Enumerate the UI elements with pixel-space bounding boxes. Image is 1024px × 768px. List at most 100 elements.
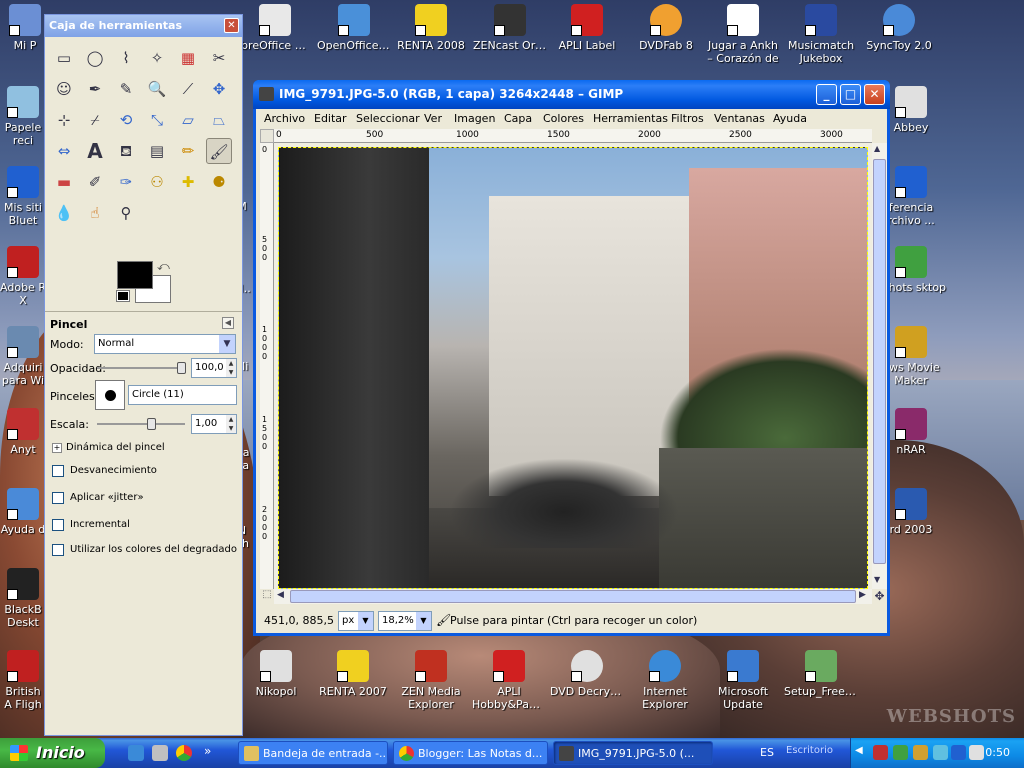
vertical-ruler[interactable]: 0 500 1000 1500 2000	[260, 143, 274, 589]
taskbar-item-blogger[interactable]: Blogger: Las Notas d...	[393, 741, 548, 765]
opacity-slider[interactable]	[97, 362, 186, 374]
vertical-scrollbar[interactable]: ▲ ▼	[872, 143, 887, 589]
desktop-icon-dvdfab[interactable]: DVDFab 8	[627, 4, 705, 52]
airbrush-icon[interactable]: ✐	[82, 169, 108, 195]
maximize-button[interactable]: □	[840, 84, 861, 105]
color-picker-icon[interactable]: ✎	[113, 76, 139, 102]
text-icon[interactable]: A	[82, 138, 108, 164]
desktop-icon-musicmatch[interactable]: Musicmatch Jukebox	[782, 4, 860, 65]
menu-capa[interactable]: Capa	[504, 112, 532, 125]
color-select-icon[interactable]: ▦	[175, 45, 201, 71]
rect-select-icon[interactable]: ▭	[51, 45, 77, 71]
expand-icon[interactable]: +	[52, 443, 62, 453]
dynamics-expander[interactable]: Dinámica del pincel	[66, 442, 165, 453]
flip-icon[interactable]: ⇔	[51, 138, 77, 164]
menu-archivo[interactable]: Archivo	[264, 112, 305, 125]
smudge-icon[interactable]: ☝	[82, 200, 108, 226]
fuzzy-select-icon[interactable]: ✧	[144, 45, 170, 71]
chrome-icon[interactable]	[176, 745, 192, 761]
blend-icon[interactable]: ▤	[144, 138, 170, 164]
scrollbar-thumb[interactable]	[873, 159, 886, 564]
scale-icon[interactable]: ⤡	[144, 107, 170, 133]
desktop-icon-renta-2007[interactable]: RENTA 2007	[314, 650, 392, 698]
dodge-burn-icon[interactable]: ⚲	[113, 200, 139, 226]
mode-select[interactable]: Normal ▼	[94, 334, 236, 354]
scroll-down-icon[interactable]: ▼	[874, 575, 880, 584]
opacity-spinbox[interactable]: 100,0 ▲ ▼	[191, 358, 237, 378]
heal-icon[interactable]: ✚	[175, 169, 201, 195]
move-icon[interactable]: ✥	[206, 76, 232, 102]
menu-editar[interactable]: Editar	[314, 112, 347, 125]
ellipse-select-icon[interactable]: ◯	[82, 45, 108, 71]
desktop-icon-dvd-decrypter[interactable]: DVD Decrypter	[548, 650, 626, 698]
clock[interactable]: 0:50	[985, 746, 1010, 759]
panel-menu-icon[interactable]: ◀	[222, 317, 234, 329]
chevron-left-icon[interactable]: ◀	[855, 745, 863, 756]
unit-select[interactable]: px ▼	[338, 611, 374, 631]
gradient-colors-checkbox[interactable]	[52, 544, 64, 556]
desktop-icon-apli-hobby[interactable]: APLI Hobby&Papers	[470, 650, 548, 711]
menu-imagen[interactable]: Imagen	[454, 112, 495, 125]
desktop-icon-synctoy[interactable]: SyncToy 2.0	[860, 4, 938, 52]
shield-icon[interactable]	[873, 745, 888, 760]
fade-checkbox[interactable]	[52, 465, 64, 477]
spin-arrows-icon[interactable]: ▲ ▼	[226, 415, 236, 433]
gimp-titlebar[interactable]: IMG_9791.JPG-5.0 (RGB, 1 capa) 3264x2448…	[253, 80, 890, 109]
scale-spinbox[interactable]: 1,00 ▲ ▼	[191, 414, 237, 434]
clone-icon[interactable]: ⚇	[144, 169, 170, 195]
taskbar-item-gimp[interactable]: IMG_9791.JPG-5.0 (...	[553, 741, 713, 765]
desktop-toolbar-label[interactable]: Escritorio	[786, 745, 833, 756]
internet-explorer-icon[interactable]	[128, 745, 144, 761]
menu-seleccionar[interactable]: Seleccionar	[356, 112, 420, 125]
flag-icon[interactable]	[913, 745, 928, 760]
toolbox-titlebar[interactable]: Caja de herramientas ✕	[45, 15, 242, 37]
scissors-icon[interactable]: ✂	[206, 45, 232, 71]
perspective-icon[interactable]: ⏢	[206, 107, 232, 133]
desktop-icon-zen-media[interactable]: ZEN Media Explorer	[392, 650, 470, 711]
desktop-icon-renta-2008[interactable]: RENTA 2008	[392, 4, 470, 52]
menu-colores[interactable]: Colores	[543, 112, 584, 125]
perspective-clone-icon[interactable]: ⚈	[206, 169, 232, 195]
chevron-right-icon[interactable]: »	[204, 744, 211, 758]
close-button[interactable]: ✕	[864, 84, 885, 105]
foreground-select-icon[interactable]: ☺	[51, 76, 77, 102]
menu-ayuda[interactable]: Ayuda	[773, 112, 807, 125]
brush-name-field[interactable]: Circle (11)	[128, 385, 237, 405]
desktop-icon-ankh[interactable]: Jugar a Ankh – Corazón de ...	[704, 4, 782, 65]
paintbrush-icon[interactable]: 🖌	[206, 138, 232, 164]
ink-icon[interactable]: ✑	[113, 169, 139, 195]
menu-filtros[interactable]: Filtros	[671, 112, 704, 125]
zoom-select[interactable]: 18,2% ▼	[378, 611, 432, 631]
menu-ver[interactable]: Ver	[424, 112, 442, 125]
taskbar-item-mail[interactable]: Bandeja de entrada -...	[238, 741, 388, 765]
measure-icon[interactable]: ⟋	[175, 76, 201, 102]
scale-slider[interactable]	[97, 418, 185, 430]
bluetooth-icon[interactable]	[951, 745, 966, 760]
desktop-icon-openoffice[interactable]: OpenOffice... 3.3	[315, 4, 393, 52]
desktop-icon-internet-explorer[interactable]: Internet Explorer	[626, 650, 704, 711]
desktop-icon-microsoft-update[interactable]: Microsoft Update	[704, 650, 782, 711]
image-canvas[interactable]	[274, 143, 872, 589]
desktop-icon-apli-label[interactable]: APLI Label	[548, 4, 626, 52]
volume-icon[interactable]	[969, 745, 984, 760]
language-indicator[interactable]: ES	[760, 746, 774, 759]
scroll-left-icon[interactable]: ◀	[277, 590, 284, 600]
brush-preview[interactable]	[95, 380, 125, 410]
horizontal-scrollbar[interactable]: ◀ ▶	[274, 589, 872, 604]
close-icon[interactable]: ✕	[224, 18, 239, 33]
navigate-move-icon[interactable]: ✥	[872, 589, 887, 604]
shear-icon[interactable]: ▱	[175, 107, 201, 133]
blur-icon[interactable]: 💧	[51, 200, 77, 226]
scroll-right-icon[interactable]: ▶	[859, 590, 866, 600]
zoom-icon[interactable]: 🔍	[144, 76, 170, 102]
reset-colors-icon[interactable]	[116, 290, 130, 302]
navigate-icon[interactable]: ⬚	[260, 589, 274, 604]
bucket-fill-icon[interactable]: ⛾	[113, 138, 139, 164]
start-button[interactable]: Inicio	[0, 738, 105, 768]
slider-thumb[interactable]	[177, 362, 186, 374]
pencil-icon[interactable]: ✏	[175, 138, 201, 164]
rotate-icon[interactable]: ⟲	[113, 107, 139, 133]
desktop-icon-zencast[interactable]: ZENcast Organizer	[471, 4, 549, 52]
desktop-icon-libreoffice[interactable]: ibreOffice 3.3	[236, 4, 314, 52]
desktop-icon-nikopol[interactable]: Nikopol	[237, 650, 315, 698]
